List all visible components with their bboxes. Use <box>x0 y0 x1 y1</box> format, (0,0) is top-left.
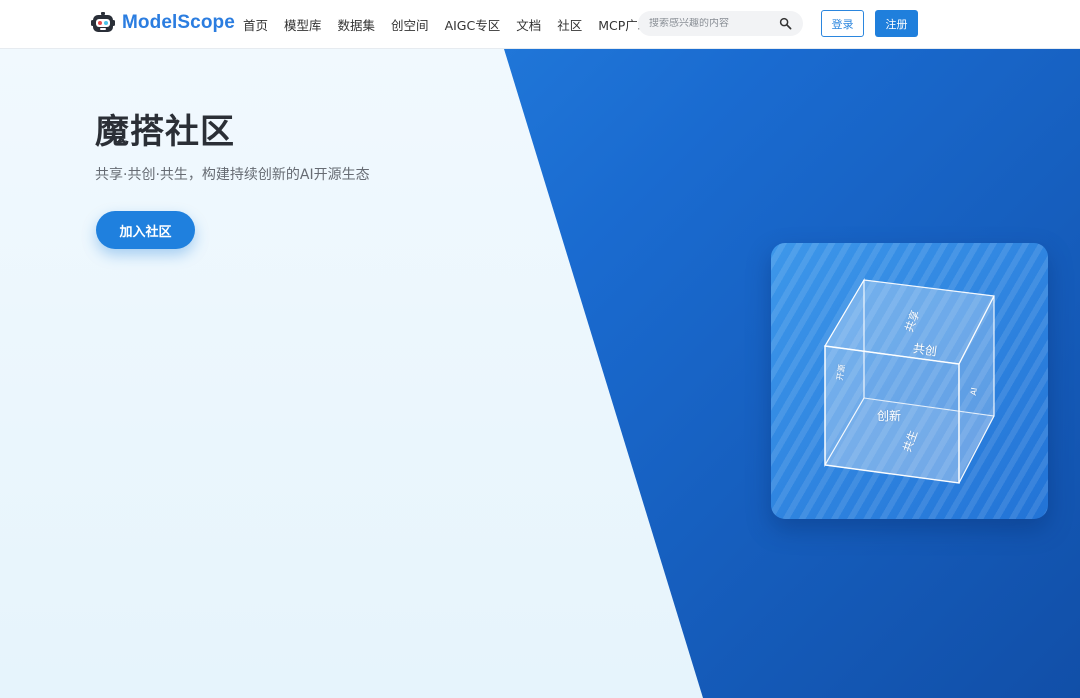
nav-item-datasets[interactable]: 数据集 <box>338 15 376 34</box>
nav-item-community[interactable]: 社区 <box>557 15 582 34</box>
hero-subtitle: 共享·共创·共生，构建持续创新的AI开源生态 <box>95 164 370 184</box>
search-box <box>638 11 803 36</box>
modelscope-robot-icon <box>91 11 115 35</box>
glass-cube-illustration <box>771 243 1048 519</box>
cube-label-ai: AI <box>969 387 979 396</box>
cube-label-cocreate: 共创 <box>912 339 938 359</box>
cube-label-innovation: 创新 <box>877 407 901 424</box>
hero-title: 魔搭社区 <box>95 104 235 153</box>
top-navigation-bar: ModelScope 首页 模型库 数据集 创空间 AIGC专区 文档 社区 M… <box>0 0 1080 49</box>
nav-item-studios[interactable]: 创空间 <box>391 15 429 34</box>
search-icon[interactable] <box>779 17 792 30</box>
site-logo[interactable]: ModelScope <box>91 11 235 35</box>
nav-item-models[interactable]: 模型库 <box>284 15 322 34</box>
nav-item-aigc[interactable]: AIGC专区 <box>445 15 501 34</box>
join-community-button[interactable]: 加入社区 <box>96 211 195 249</box>
main-nav: 首页 模型库 数据集 创空间 AIGC专区 文档 社区 MCP广场 <box>243 15 666 34</box>
nav-item-home[interactable]: 首页 <box>243 15 268 34</box>
hero-cube-card: 共享 共创 创新 共生 开源 AI <box>771 243 1048 519</box>
login-button[interactable]: 登录 <box>821 10 864 37</box>
register-button[interactable]: 注册 <box>875 10 918 37</box>
search-input[interactable] <box>649 18 774 29</box>
logo-wordmark: ModelScope <box>122 12 235 34</box>
nav-item-docs[interactable]: 文档 <box>516 15 541 34</box>
